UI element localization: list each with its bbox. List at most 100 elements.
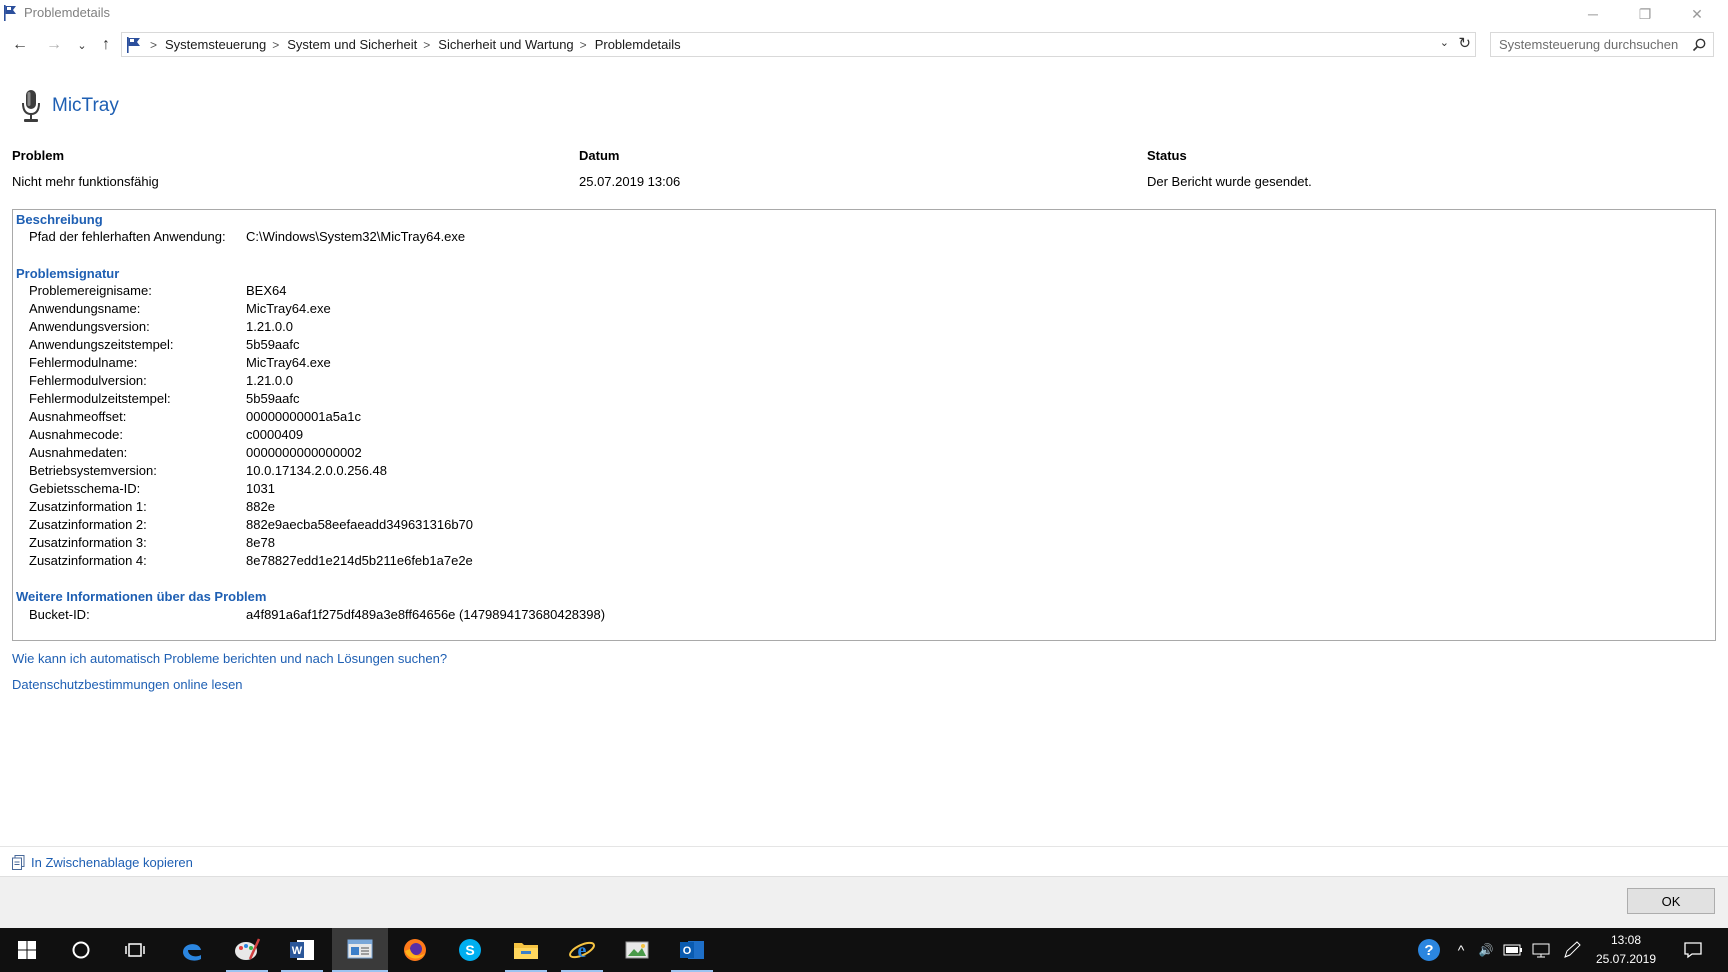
description-title: Beschreibung xyxy=(16,212,103,227)
problem-details-box[interactable]: Beschreibung Pfad der fehlerhaften Anwen… xyxy=(12,209,1716,641)
word-icon: W xyxy=(290,940,314,960)
restore-icon: ❐ xyxy=(1638,5,1652,22)
taskbar: W S e O ? ^ 🔊 13:08 25.07.2019 xyxy=(0,928,1728,972)
detail-value: 10.0.17134.2.0.0.256.48 xyxy=(246,463,387,478)
refresh-icon: ↻ xyxy=(1458,35,1471,52)
detail-value: a4f891a6af1f275df489a3e8ff64656e (147989… xyxy=(246,607,606,622)
detail-key: Fehlermodulname: xyxy=(29,355,138,370)
taskbar-firefox[interactable] xyxy=(388,928,442,972)
close-icon: ✕ xyxy=(1691,5,1703,22)
pen-workspace-button[interactable] xyxy=(1558,928,1586,972)
taskbar-word[interactable]: W xyxy=(275,928,329,972)
pen-icon xyxy=(1564,941,1581,958)
summary-date: Datum 25.07.2019 13:06 xyxy=(579,148,680,189)
battery-button[interactable] xyxy=(1500,928,1526,972)
detail-value: 00000000001a5a1c xyxy=(246,409,361,424)
copy-to-clipboard-link[interactable]: In Zwischenablage kopieren xyxy=(31,855,193,870)
search-input[interactable] xyxy=(1499,37,1684,52)
volume-button[interactable]: 🔊 xyxy=(1474,928,1498,972)
cortana-circle-icon xyxy=(72,941,90,959)
taskbar-file-explorer[interactable] xyxy=(499,928,553,972)
breadcrumb-system-und-sicherheit[interactable]: System und Sicherheit xyxy=(287,37,417,52)
breadcrumb-separator[interactable]: > xyxy=(580,38,587,52)
breadcrumb-separator[interactable]: > xyxy=(272,38,279,52)
arrow-right-icon: → xyxy=(46,36,62,53)
chevron-down-icon: ⌄ xyxy=(1439,37,1449,49)
photo-viewer-icon xyxy=(625,941,649,959)
help-icon: ? xyxy=(1418,939,1440,961)
cortana-button[interactable] xyxy=(54,928,108,972)
taskbar-paint[interactable] xyxy=(220,928,274,972)
taskbar-clock[interactable]: 13:08 25.07.2019 xyxy=(1588,931,1664,969)
start-button[interactable] xyxy=(0,928,54,972)
detail-value: 1031 xyxy=(246,481,275,496)
copy-bar: In Zwischenablage kopieren xyxy=(0,846,1728,876)
back-button[interactable]: ← xyxy=(9,34,31,56)
detail-value: 8e78 xyxy=(246,535,275,550)
network-button[interactable] xyxy=(1528,928,1554,972)
detail-key: Zusatzinformation 4: xyxy=(29,553,147,568)
detail-value: 8e78827edd1e214d5b211e6feb1a7e2e xyxy=(246,553,473,568)
taskbar-skype[interactable]: S xyxy=(443,928,497,972)
taskbar-control-panel[interactable] xyxy=(332,928,388,972)
breadcrumb-systemsteuerung[interactable]: Systemsteuerung xyxy=(165,37,266,52)
detail-key: Zusatzinformation 1: xyxy=(29,499,147,514)
flag-icon xyxy=(127,36,140,53)
show-hidden-icons-button[interactable]: ^ xyxy=(1450,928,1472,972)
volume-icon: 🔊 xyxy=(1478,943,1494,957)
windows-icon xyxy=(18,941,36,959)
action-center-button[interactable] xyxy=(1670,928,1716,972)
refresh-button[interactable]: ↻ xyxy=(1458,34,1471,52)
more-info-title: Weitere Informationen über das Problem xyxy=(16,589,267,604)
skype-icon: S xyxy=(459,939,481,961)
notification-icon xyxy=(1684,942,1702,959)
clipboard-icon[interactable] xyxy=(12,855,25,870)
detail-key: Fehlermodulversion: xyxy=(29,373,147,388)
clock-date: 25.07.2019 xyxy=(1595,952,1657,966)
detail-key: Gebietsschema-ID: xyxy=(29,481,141,496)
detail-key: Betriebsystemversion: xyxy=(29,463,157,478)
detail-value: 5b59aafc xyxy=(246,337,300,352)
address-bar[interactable]: > Systemsteuerung > System und Sicherhei… xyxy=(121,32,1476,57)
breadcrumb-separator[interactable]: > xyxy=(423,38,430,52)
taskbar-outlook[interactable]: O xyxy=(665,928,719,972)
app-header: MicTray xyxy=(18,88,119,124)
title-bar: Problemdetails ─ ❐ ✕ xyxy=(0,0,1728,30)
detail-key: Zusatzinformation 3: xyxy=(29,535,147,550)
flag-icon xyxy=(4,5,16,21)
detail-key: Anwendungszeitstempel: xyxy=(29,337,174,352)
date-value: 25.07.2019 13:06 xyxy=(579,174,681,189)
detail-value: MicTray64.exe xyxy=(246,301,331,316)
detail-value: 882e xyxy=(246,499,275,514)
detail-value: 1.21.0.0 xyxy=(246,319,293,334)
recent-locations-button[interactable]: ⌄ xyxy=(71,34,93,56)
internet-explorer-icon: e xyxy=(569,940,595,962)
search-icon[interactable] xyxy=(1691,37,1707,53)
up-button[interactable]: ↑ xyxy=(95,34,117,56)
ok-button[interactable]: OK xyxy=(1627,888,1715,914)
detail-value: 1.21.0.0 xyxy=(246,373,293,388)
chevron-down-icon: ⌄ xyxy=(77,39,87,52)
button-bar: OK xyxy=(0,876,1728,928)
arrow-up-icon: ↑ xyxy=(102,36,110,53)
taskbar-internet-explorer[interactable]: e xyxy=(555,928,609,972)
taskbar-edge[interactable] xyxy=(165,928,219,972)
privacy-link[interactable]: Datenschutzbestimmungen online lesen xyxy=(12,677,243,692)
svg-text:e: e xyxy=(578,940,587,962)
maximize-button[interactable]: ❐ xyxy=(1619,0,1671,28)
taskbar-photo-viewer[interactable] xyxy=(610,928,664,972)
clock-time: 13:08 xyxy=(1610,933,1642,947)
search-box[interactable] xyxy=(1490,32,1714,57)
task-view-button[interactable] xyxy=(108,928,162,972)
address-dropdown-button[interactable]: ⌄ xyxy=(1440,36,1449,49)
breadcrumb-sicherheit-und-wartung[interactable]: Sicherheit und Wartung xyxy=(438,37,573,52)
help-tray-button[interactable]: ? xyxy=(1414,928,1444,972)
minimize-button[interactable]: ─ xyxy=(1567,0,1619,28)
detail-value: c0000409 xyxy=(246,427,304,442)
breadcrumb-problemdetails[interactable]: Problemdetails xyxy=(595,37,681,52)
detail-value: BEX64 xyxy=(246,283,287,298)
close-button[interactable]: ✕ xyxy=(1671,0,1723,28)
report-problems-link[interactable]: Wie kann ich automatisch Probleme berich… xyxy=(12,651,447,666)
folder-icon xyxy=(514,943,538,959)
forward-button[interactable]: → xyxy=(43,34,65,56)
